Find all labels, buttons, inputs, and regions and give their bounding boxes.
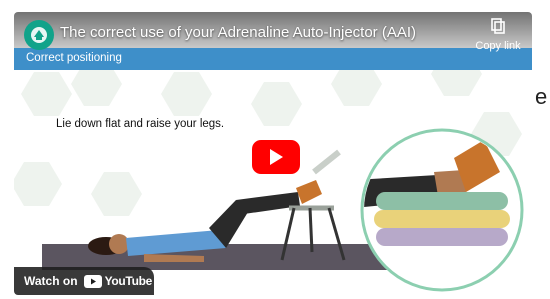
youtube-wordmark: YouTube — [104, 274, 153, 288]
youtube-logo: YouTube — [83, 274, 153, 288]
video-title[interactable]: The correct use of your Adrenaline Auto-… — [60, 24, 416, 41]
page: e Correct positioning The correct use of… — [0, 0, 550, 299]
watch-on-label: Watch on — [24, 274, 78, 288]
section-banner: Correct positioning — [14, 48, 532, 70]
video-player[interactable]: Correct positioning The correct use of y… — [14, 12, 532, 295]
page-edge-text: e — [535, 84, 548, 109]
section-label: Correct positioning — [26, 52, 122, 64]
play-icon — [270, 149, 283, 165]
copy-link-label: Copy link — [475, 40, 521, 52]
play-button[interactable] — [252, 140, 300, 174]
watch-on-youtube-button[interactable]: Watch on YouTube — [14, 267, 154, 295]
copy-icon — [491, 18, 505, 34]
copy-link-button[interactable]: Copy link — [470, 18, 526, 54]
crest-icon — [31, 27, 47, 43]
instruction-text: Lie down flat and raise your legs. — [56, 118, 225, 130]
youtube-icon — [83, 274, 102, 288]
channel-avatar[interactable] — [24, 20, 54, 50]
